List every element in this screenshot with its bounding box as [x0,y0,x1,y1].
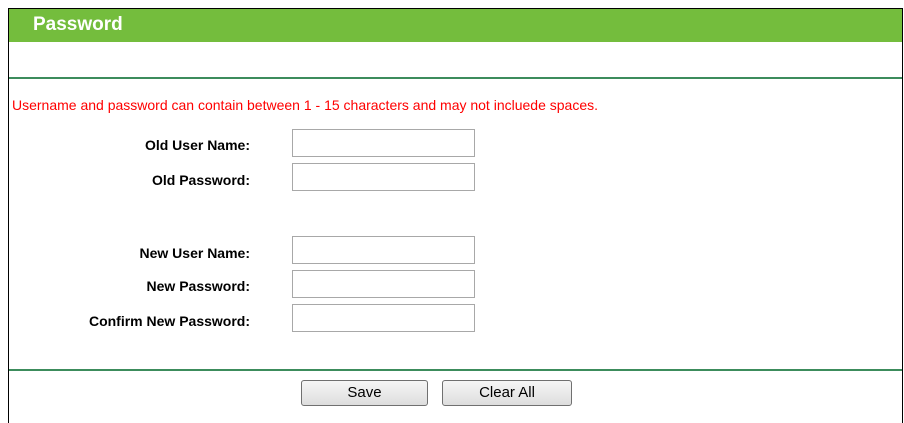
old-user-name-label: Old User Name: [144,137,250,153]
top-divider [9,77,902,79]
title-bar: Password [9,9,902,42]
clear-all-button[interactable]: Clear All [442,380,572,406]
password-rules-notice: Username and password can contain betwee… [12,97,599,113]
old-password-input[interactable] [292,163,475,191]
page-title: Password [33,14,123,35]
old-user-name-input[interactable] [292,129,475,157]
save-button[interactable]: Save [301,380,428,406]
old-password-label: Old Password: [151,172,250,188]
confirm-new-password-label: Confirm New Password: [88,313,250,329]
new-user-name-input[interactable] [292,236,475,264]
password-panel: Password Username and password can conta… [8,8,903,423]
new-password-label: New Password: [146,278,250,294]
bottom-divider [9,369,902,371]
new-password-input[interactable] [292,270,475,298]
confirm-new-password-input[interactable] [292,304,475,332]
new-user-name-label: New User Name: [139,245,251,261]
